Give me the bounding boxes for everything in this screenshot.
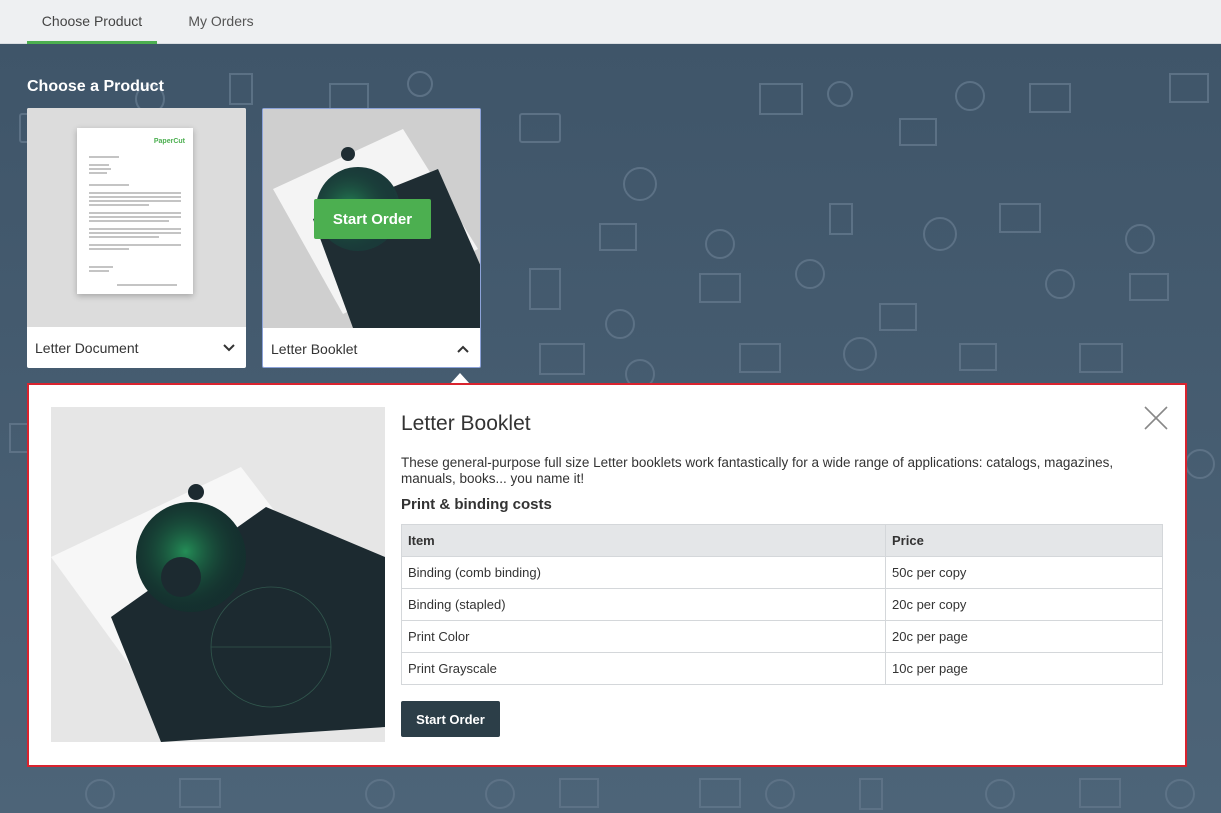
start-order-button[interactable]: Start Order: [401, 701, 500, 737]
table-header-row: Item Price: [401, 524, 1163, 557]
column-header-item: Item: [401, 524, 886, 557]
letter-paper-illustration: PaperCut: [77, 128, 193, 294]
price-cell: 20c per page: [885, 620, 1163, 653]
product-detail-panel: Letter Booklet These general-purpose ful…: [27, 383, 1187, 767]
start-order-overlay-button[interactable]: Start Order: [314, 199, 431, 239]
close-icon[interactable]: [1143, 405, 1169, 431]
detail-description: These general-purpose full size Letter b…: [401, 455, 1114, 486]
product-card-footer[interactable]: Letter Booklet: [263, 328, 480, 367]
table-row: Print Grayscale 10c per page: [401, 652, 1163, 685]
price-cell: 10c per page: [885, 652, 1163, 685]
product-card-letter-booklet[interactable]: Start Order Letter Booklet: [262, 108, 481, 368]
price-cell: 20c per copy: [885, 588, 1163, 621]
detail-title: Letter Booklet: [401, 412, 531, 435]
tab-my-orders[interactable]: My Orders: [170, 0, 272, 44]
product-name: Letter Booklet: [271, 340, 358, 357]
costs-table: Item Price Binding (comb binding) 50c pe…: [401, 524, 1163, 685]
chevron-up-icon[interactable]: [456, 342, 470, 356]
detail-product-image: [51, 407, 385, 742]
product-image-letter-document: PaperCut: [27, 108, 246, 327]
item-cell: Binding (stapled): [401, 588, 886, 621]
costs-heading: Print & binding costs: [401, 496, 552, 513]
product-card-footer[interactable]: Letter Document: [27, 327, 246, 368]
papercut-logo: PaperCut: [153, 138, 185, 145]
item-cell: Print Color: [401, 620, 886, 653]
top-navigation: Choose Product My Orders: [0, 0, 1221, 44]
table-row: Binding (stapled) 20c per copy: [401, 588, 1163, 621]
table-row: Print Color 20c per page: [401, 620, 1163, 653]
column-header-price: Price: [885, 524, 1163, 557]
chevron-down-icon[interactable]: [222, 341, 236, 355]
item-cell: Print Grayscale: [401, 652, 886, 685]
price-cell: 50c per copy: [885, 556, 1163, 589]
section-title: Choose a Product: [27, 78, 164, 95]
table-row: Binding (comb binding) 50c per copy: [401, 556, 1163, 589]
product-name: Letter Document: [35, 339, 139, 356]
product-card-letter-document[interactable]: PaperCut Letter Document: [27, 108, 246, 368]
tab-choose-product[interactable]: Choose Product: [27, 0, 157, 44]
item-cell: Binding (comb binding): [401, 556, 886, 589]
product-image-letter-booklet: Start Order: [263, 109, 480, 328]
